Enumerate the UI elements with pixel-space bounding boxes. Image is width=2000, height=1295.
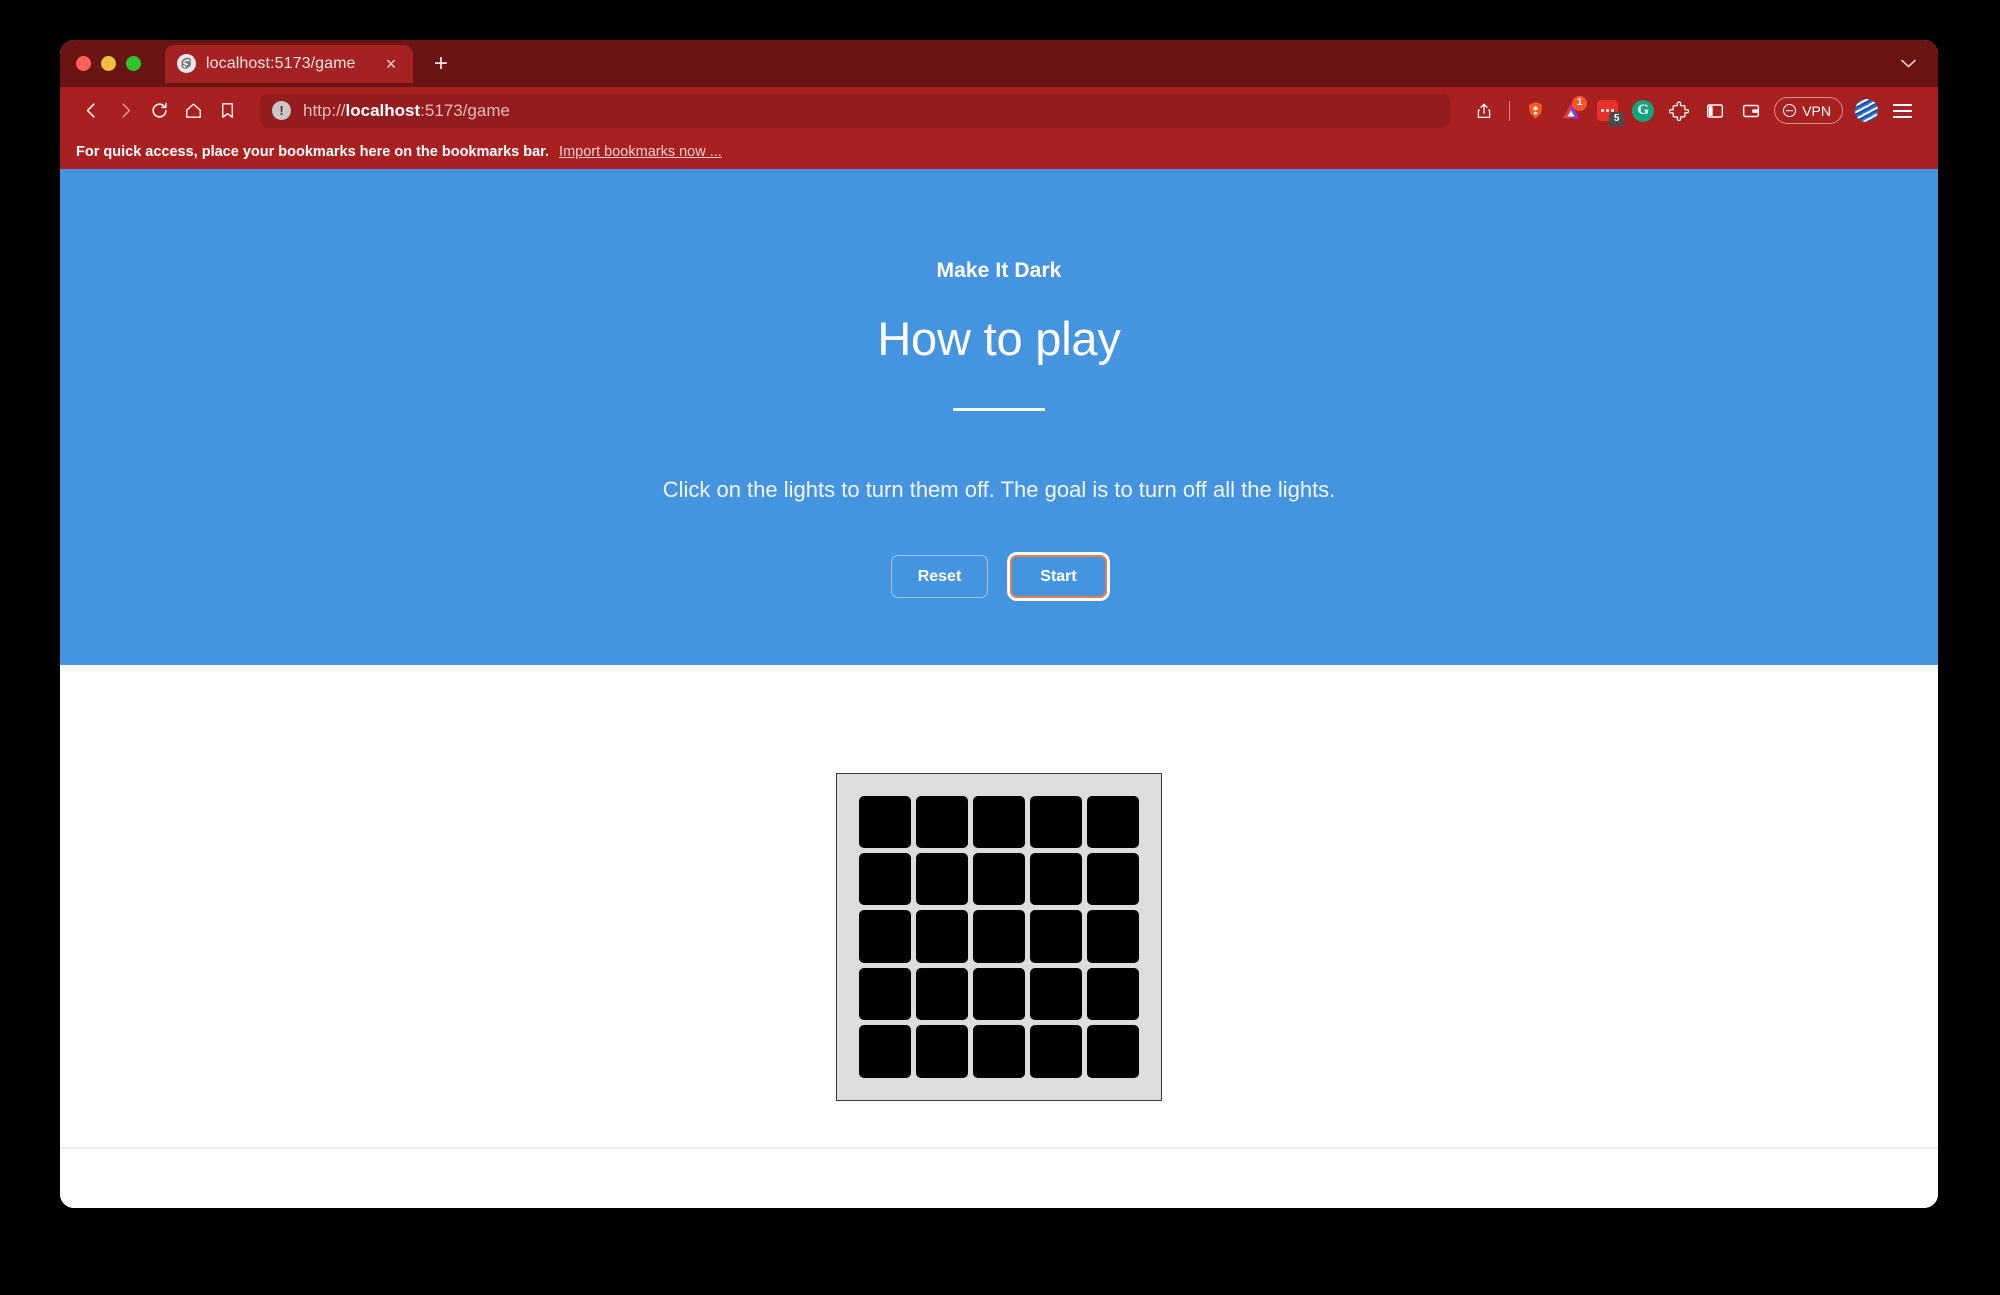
light-cell[interactable] <box>859 795 911 848</box>
extension-icon[interactable]: 5 <box>1589 94 1625 128</box>
bookmarks-bar: For quick access, place your bookmarks h… <box>60 134 1938 169</box>
light-cell[interactable] <box>916 910 968 963</box>
light-cell[interactable] <box>859 910 911 963</box>
maximize-window-button[interactable] <box>126 56 141 71</box>
bookmarks-bar-message: For quick access, place your bookmarks h… <box>76 143 550 160</box>
light-cell[interactable] <box>1087 910 1139 963</box>
tab-strip: localhost:5173/game × + <box>60 40 1938 87</box>
import-bookmarks-link[interactable]: Import bookmarks now ... <box>559 144 722 160</box>
url-host: localhost <box>345 100 421 120</box>
browser-tab[interactable]: localhost:5173/game × <box>165 44 413 83</box>
lights-grid[interactable] <box>836 772 1162 1101</box>
light-cell[interactable] <box>859 1025 911 1078</box>
extensions-puzzle-icon[interactable] <box>1661 94 1697 128</box>
light-cell[interactable] <box>973 1025 1025 1078</box>
light-cell[interactable] <box>916 967 968 1021</box>
app-title: Make It Dark <box>936 259 1062 282</box>
toolbar-actions: 1 5 G VPN <box>1466 94 1920 128</box>
bookmark-icon[interactable] <box>210 94 244 128</box>
brave-rewards-icon[interactable]: 1 <box>1553 94 1589 128</box>
close-tab-button[interactable]: × <box>381 54 401 74</box>
home-icon[interactable] <box>176 94 210 128</box>
vpn-status-icon <box>1783 104 1797 117</box>
light-cell[interactable] <box>1087 795 1139 848</box>
toolbar-divider <box>1509 100 1511 121</box>
grammarly-glyph: G <box>1632 99 1655 122</box>
tab-title: localhost:5173/game <box>206 54 356 72</box>
back-icon[interactable] <box>74 94 108 128</box>
grammarly-icon[interactable]: G <box>1625 94 1661 128</box>
light-cell[interactable] <box>1030 910 1082 963</box>
title-divider <box>953 408 1045 411</box>
light-cell[interactable] <box>973 910 1025 963</box>
share-icon[interactable] <box>1466 94 1502 128</box>
brave-lion-icon[interactable] <box>1517 94 1553 128</box>
light-cell[interactable] <box>1030 852 1082 906</box>
traffic-lights <box>76 56 141 71</box>
address-bar-url: http://localhost:5173/game <box>303 101 510 121</box>
reload-icon[interactable] <box>142 94 176 128</box>
chevron-down-icon[interactable] <box>1901 55 1916 72</box>
light-cell[interactable] <box>973 852 1025 906</box>
url-path: :5173/game <box>420 100 510 120</box>
hamburger-menu-icon[interactable] <box>1884 94 1920 128</box>
vpn-globe-glyph <box>1854 99 1878 122</box>
light-cell[interactable] <box>916 795 968 848</box>
start-button[interactable]: Start <box>1010 555 1107 598</box>
page-title: How to play <box>877 312 1121 365</box>
sidebar-panel-icon[interactable] <box>1697 94 1733 128</box>
light-cell[interactable] <box>1087 967 1139 1021</box>
page-content: Make It Dark How to play Click on the li… <box>60 169 1938 1208</box>
light-cell[interactable] <box>1030 1025 1082 1078</box>
extension-badge: 5 <box>1609 111 1625 127</box>
light-cell[interactable] <box>916 1025 968 1078</box>
light-cell[interactable] <box>1030 967 1082 1021</box>
light-cell[interactable] <box>973 795 1025 848</box>
minimize-window-button[interactable] <box>101 56 116 71</box>
browser-window: localhost:5173/game × + ! http://localho… <box>60 40 1938 1208</box>
vpn-globe-icon[interactable] <box>1848 94 1884 128</box>
svelte-logo-icon <box>177 54 196 73</box>
footer-divider <box>60 1147 1938 1149</box>
hamburger-glyph <box>1892 103 1912 118</box>
light-cell[interactable] <box>1030 795 1082 848</box>
new-tab-button[interactable]: + <box>425 48 457 80</box>
board-area <box>60 665 1938 1208</box>
light-cell[interactable] <box>859 852 911 906</box>
light-cell[interactable] <box>1087 852 1139 906</box>
browser-toolbar: ! http://localhost:5173/game 1 5 G VPN <box>60 87 1938 134</box>
vpn-label: VPN <box>1802 102 1831 119</box>
site-info-icon[interactable]: ! <box>272 101 291 120</box>
brave-rewards-badge: 1 <box>1572 95 1588 111</box>
forward-icon[interactable] <box>108 94 142 128</box>
hero-actions: Reset Start <box>60 555 1938 598</box>
reset-button[interactable]: Reset <box>891 555 988 598</box>
light-cell[interactable] <box>859 967 911 1021</box>
light-cell[interactable] <box>1087 1025 1139 1078</box>
hero-section: Make It Dark How to play Click on the li… <box>60 169 1938 665</box>
address-bar[interactable]: ! http://localhost:5173/game <box>260 93 1451 128</box>
close-window-button[interactable] <box>76 56 91 71</box>
light-cell[interactable] <box>916 852 968 906</box>
brave-wallet-icon[interactable] <box>1733 94 1769 128</box>
url-scheme: http:// <box>303 100 346 120</box>
vpn-button[interactable]: VPN <box>1774 97 1843 124</box>
light-cell[interactable] <box>973 967 1025 1021</box>
instructions-text: Click on the lights to turn them off. Th… <box>662 477 1336 502</box>
